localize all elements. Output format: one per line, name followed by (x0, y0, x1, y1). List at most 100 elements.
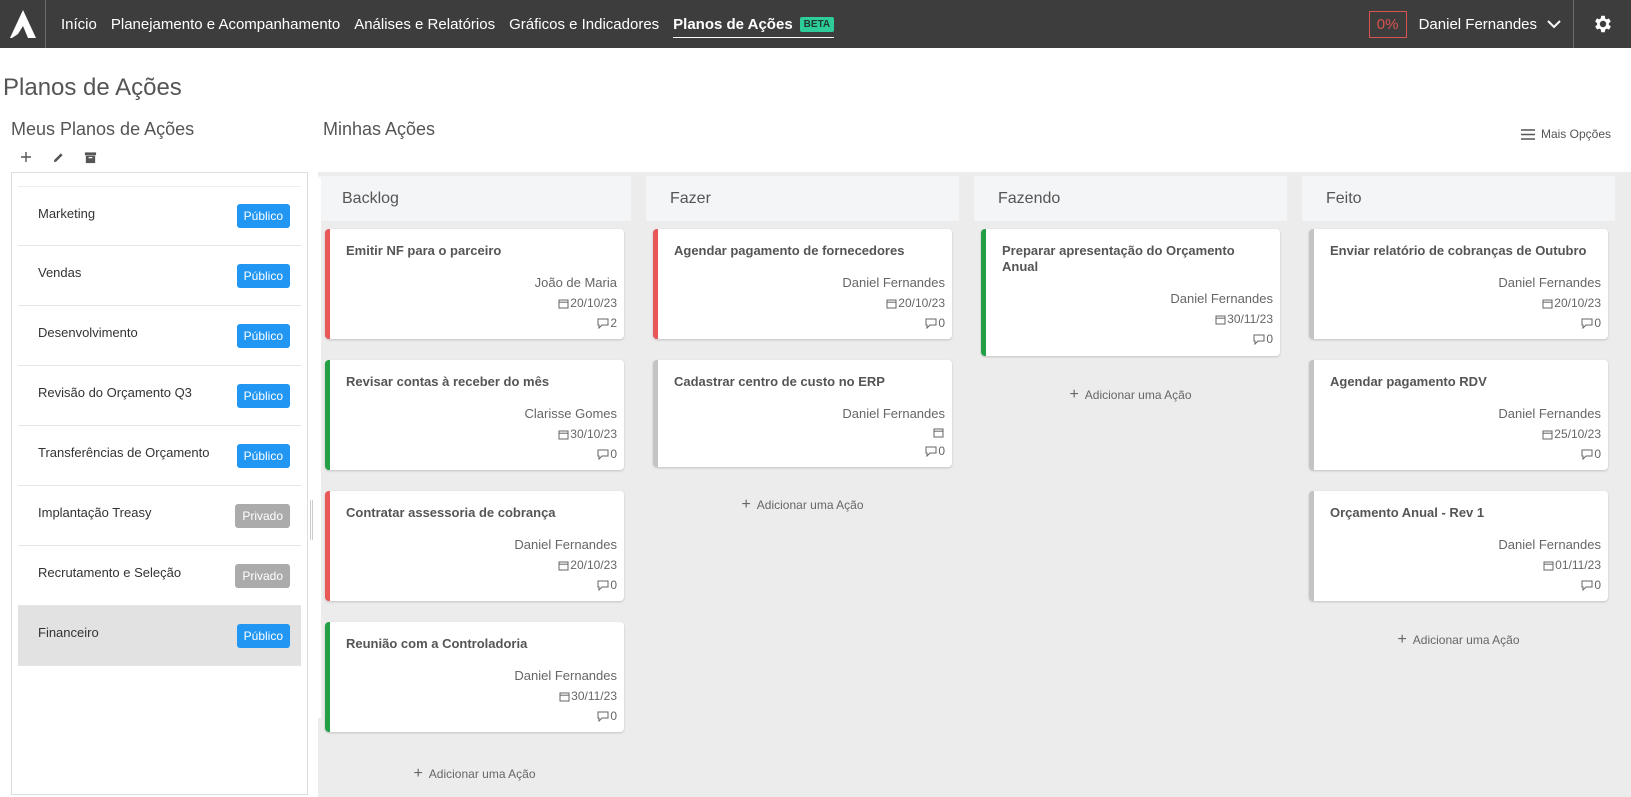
card-comments-count: 2 (610, 316, 617, 330)
plan-name: Revisão do Orçamento Q3 (38, 385, 192, 400)
card-date: 30/11/23 (346, 689, 617, 703)
nav-analises[interactable]: Análises e Relatórios (354, 0, 495, 48)
edit-plan-button[interactable] (49, 148, 67, 166)
more-options-label: Mais Opções (1540, 127, 1611, 141)
plan-item-vendas[interactable]: Vendas Público (18, 246, 301, 306)
more-options-button[interactable]: Mais Opções (1520, 127, 1611, 141)
card-comments-count: 0 (938, 316, 945, 330)
card-date (674, 427, 945, 438)
add-action-label: Adicionar uma Ação (1084, 388, 1192, 402)
action-card[interactable]: Cadastrar centro de custo no ERP Daniel … (653, 360, 952, 467)
add-action-button[interactable]: + Adicionar uma Ação (318, 765, 631, 783)
action-card[interactable]: Emitir NF para o parceiro João de Maria … (325, 229, 624, 339)
nav-graficos[interactable]: Gráficos e Indicadores (509, 0, 659, 48)
card-comments: 0 (346, 578, 617, 592)
plan-item-marketing[interactable]: Marketing Público (18, 186, 301, 246)
treasy-logo-icon[interactable] (0, 0, 46, 48)
plus-icon: + (741, 496, 751, 513)
plan-name: Transferências de Orçamento (38, 445, 210, 460)
card-comments: 0 (1330, 578, 1601, 592)
visibility-badge: Privado (235, 563, 290, 588)
card-title: Contratar assessoria de cobrança (346, 505, 556, 520)
column-backlog: Backlog Emitir NF para o parceiro João d… (318, 176, 631, 797)
comment-icon (1581, 318, 1593, 329)
archive-plan-button[interactable] (81, 148, 99, 166)
card-date-text: 20/10/23 (898, 296, 945, 310)
my-actions-title: Minhas Ações (323, 119, 436, 139)
progress-badge[interactable]: 0% (1368, 10, 1407, 38)
card-title: Preparar apresentação do Orçamento Anual (1002, 243, 1235, 274)
add-action-button[interactable]: + Adicionar uma Ação (974, 386, 1287, 404)
card-comments: 0 (1330, 447, 1601, 461)
calendar-icon (558, 299, 569, 308)
comment-icon (925, 446, 937, 457)
card-date-text: 25/10/23 (1554, 427, 1601, 441)
card-date: 30/10/23 (346, 427, 617, 441)
card-title: Cadastrar centro de custo no ERP (674, 374, 885, 389)
add-action-button[interactable]: + Adicionar uma Ação (646, 496, 959, 514)
card-title: Reunião com a Controladoria (346, 636, 528, 651)
nav-inicio[interactable]: Início (61, 0, 97, 48)
add-action-label: Adicionar uma Ação (756, 498, 864, 512)
nav-active-label: Planos de Ações (673, 15, 793, 33)
card-date-text: 20/10/23 (570, 296, 617, 310)
card-date-text: 20/10/23 (570, 558, 617, 572)
beta-badge: BETA (799, 16, 835, 32)
chevron-down-icon[interactable] (1547, 19, 1561, 29)
visibility-badge: Público (236, 443, 290, 468)
archive-icon (84, 151, 96, 163)
visibility-badge: Público (236, 263, 290, 288)
action-card[interactable]: Agendar pagamento de fornecedores Daniel… (653, 229, 952, 339)
action-card[interactable]: Agendar pagamento RDV Daniel Fernandes 2… (1309, 360, 1608, 470)
action-card[interactable]: Orçamento Anual - Rev 1 Daniel Fernandes… (1309, 491, 1608, 601)
plan-item-desenvolvimento[interactable]: Desenvolvimento Público (18, 306, 301, 366)
plan-item-revisao-orcamento[interactable]: Revisão do Orçamento Q3 Público (18, 366, 301, 426)
add-plan-button[interactable] (17, 148, 35, 166)
card-title: Agendar pagamento RDV (1330, 374, 1487, 389)
column-scrollbar[interactable] (317, 178, 321, 718)
action-card[interactable]: Contratar assessoria de cobrança Daniel … (325, 491, 624, 601)
add-action-button[interactable]: + Adicionar uma Ação (1302, 631, 1615, 649)
nav-active-wrap: Planos de Ações BETA (673, 15, 835, 38)
card-comments-count: 0 (1594, 447, 1601, 461)
plans-panel: Marketing Público Vendas Público Desenvo… (11, 172, 308, 795)
user-name[interactable]: Daniel Fernandes (1419, 16, 1537, 33)
add-action-label: Adicionar uma Ação (1412, 633, 1520, 647)
plan-item-financeiro[interactable]: Financeiro Público (18, 606, 301, 666)
calendar-icon (558, 561, 569, 570)
action-card[interactable]: Reunião com a Controladoria Daniel Ferna… (325, 622, 624, 732)
plan-item-transferencias[interactable]: Transferências de Orçamento Público (18, 426, 301, 486)
plus-icon (21, 152, 31, 162)
calendar-icon (1543, 561, 1554, 570)
column-header: Feito (1302, 176, 1615, 221)
card-assignee: Daniel Fernandes (1498, 537, 1601, 552)
comment-icon (597, 318, 609, 329)
main-nav: Início Planejamento e Acompanhamento Aná… (54, 0, 841, 48)
card-date-text: 01/11/23 (1555, 558, 1601, 572)
visibility-badge: Público (236, 323, 290, 348)
plan-name: Financeiro (38, 625, 99, 640)
action-card[interactable]: Preparar apresentação do Orçamento Anual… (981, 229, 1280, 356)
card-comments-count: 0 (610, 709, 617, 723)
column-header: Backlog (318, 176, 631, 221)
comment-icon (1581, 580, 1593, 591)
page-title: Planos de Ações (3, 74, 182, 101)
comment-icon (1581, 449, 1593, 460)
card-assignee: Daniel Fernandes (1498, 406, 1601, 421)
settings-button[interactable] (1573, 0, 1631, 48)
card-date: 30/11/23 (1002, 312, 1273, 326)
pencil-icon (53, 152, 63, 162)
nav-planos-acoes[interactable]: Planos de Ações BETA (673, 0, 835, 48)
card-comments: 0 (346, 709, 617, 723)
action-card[interactable]: Enviar relatório de cobranças de Outubro… (1309, 229, 1608, 339)
plan-item-recrutamento[interactable]: Recrutamento e Seleção Privado (18, 546, 301, 606)
card-comments: 0 (346, 447, 617, 461)
nav-planejamento[interactable]: Planejamento e Acompanhamento (111, 0, 340, 48)
top-navbar: Início Planejamento e Acompanhamento Aná… (0, 0, 1631, 48)
calendar-icon (1542, 299, 1553, 308)
panel-resize-handle[interactable] (310, 500, 313, 540)
plan-name: Marketing (38, 205, 96, 221)
action-card[interactable]: Revisar contas à receber do mês Clarisse… (325, 360, 624, 470)
card-title: Emitir NF para o parceiro (346, 243, 502, 258)
plan-item-implantacao[interactable]: Implantação Treasy Privado (18, 486, 301, 546)
